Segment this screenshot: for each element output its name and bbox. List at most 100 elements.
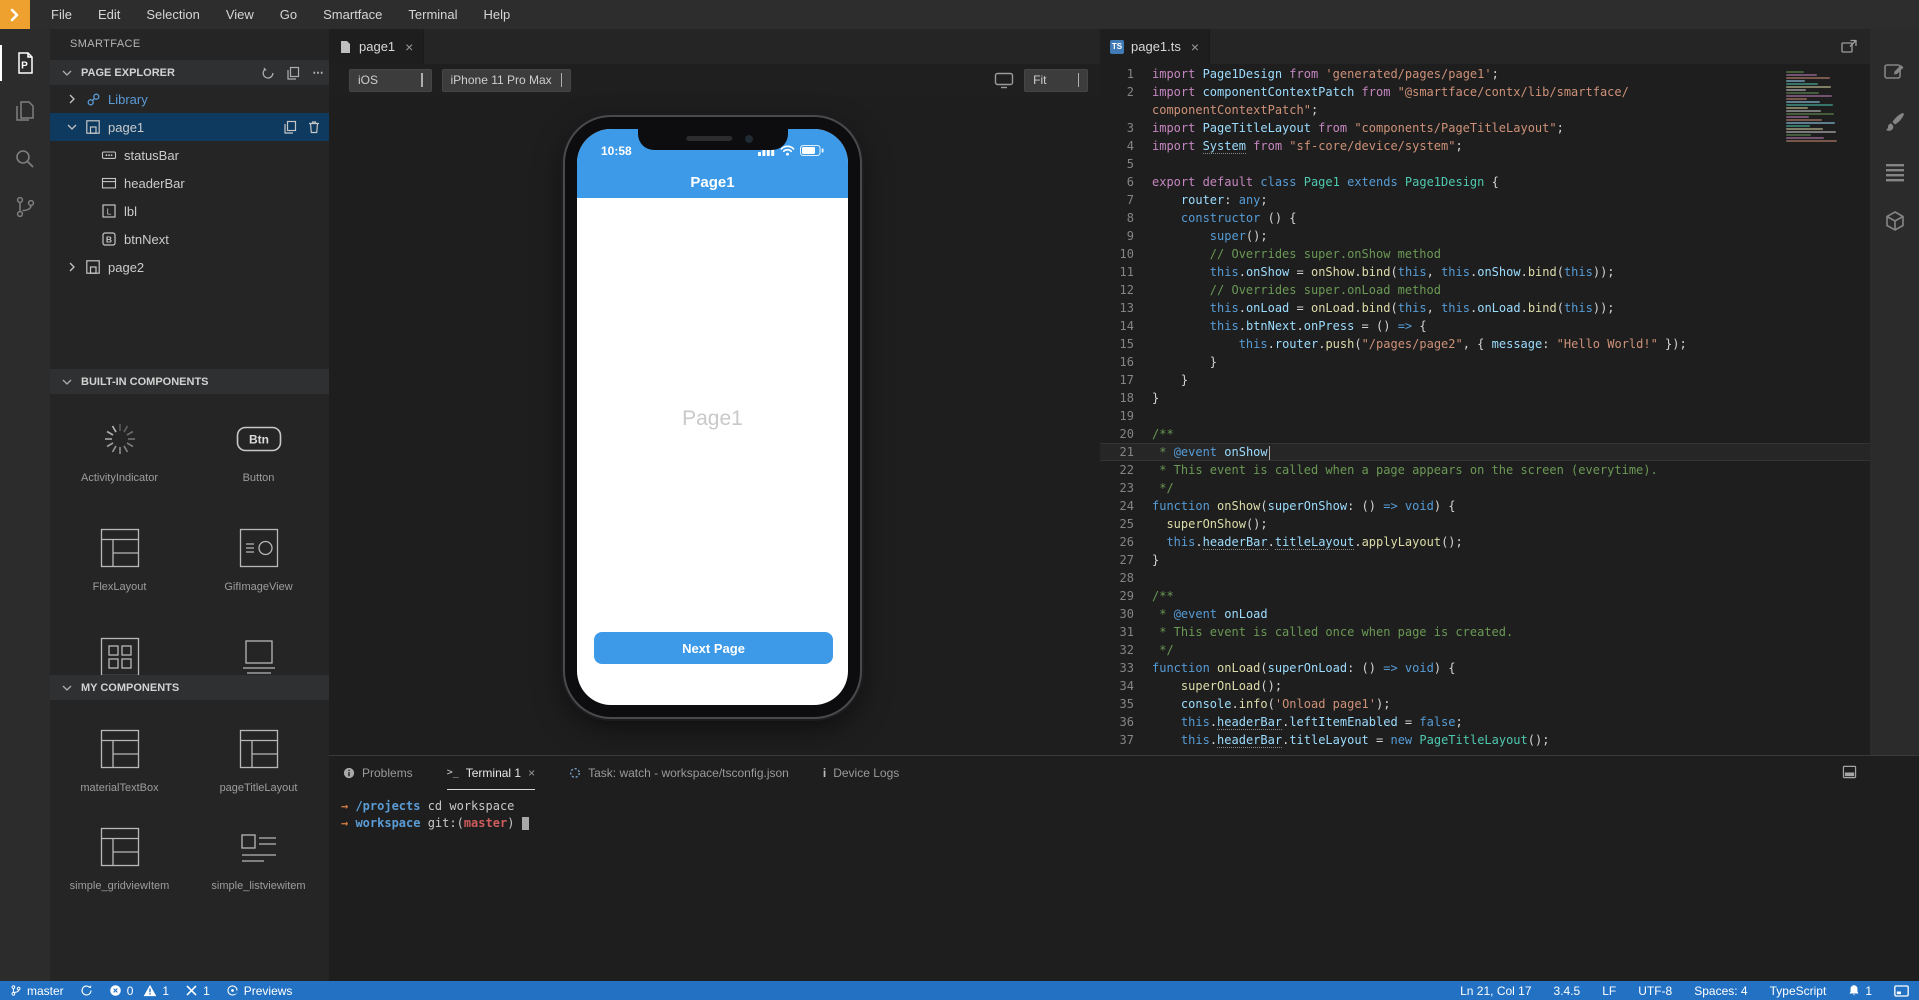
tab-task-watch[interactable]: Task: watch - workspace/tsconfig.json (569, 756, 789, 790)
tree-item-headerBar[interactable]: headerBar (50, 169, 329, 197)
problems-status[interactable]: 0 1 (109, 984, 169, 998)
duplicate-icon[interactable] (283, 120, 297, 134)
activity-page-explorer-icon[interactable]: P (0, 39, 50, 87)
tree-item-statusBar[interactable]: statusBar (50, 141, 329, 169)
sync-status[interactable] (80, 984, 93, 997)
code-line[interactable]: 4 import System from "sf-core/device/syst… (1100, 137, 1870, 155)
tasks-status[interactable]: 1 (185, 984, 210, 998)
tree-item-page2[interactable]: page2 (50, 253, 329, 281)
indentation-indicator[interactable]: Spaces: 4 (1694, 984, 1747, 998)
code-line[interactable]: 29/** (1100, 587, 1870, 605)
code-line[interactable]: 25 superOnShow(); (1100, 515, 1870, 533)
code-line[interactable]: 15 this.router.push("/pages/page2", { me… (1100, 335, 1870, 353)
code-line[interactable]: 32 */ (1100, 641, 1870, 659)
close-icon[interactable]: × (1191, 39, 1199, 55)
activity-theme-brush-icon[interactable] (1870, 97, 1919, 147)
language-indicator[interactable]: TypeScript (1770, 984, 1827, 998)
code-line[interactable]: 37 this.headerBar.titleLayout = new Page… (1100, 731, 1870, 749)
menu-selection[interactable]: Selection (133, 0, 212, 29)
component-GifImageView[interactable]: GifImageView (189, 525, 328, 634)
typescript-version[interactable]: 3.4.5 (1554, 984, 1581, 998)
device-frame-icon[interactable] (994, 72, 1014, 89)
code-line[interactable]: 30 * @event onLoad (1100, 605, 1870, 623)
tree-item-lbl[interactable]: L lbl (50, 197, 329, 225)
code-line[interactable]: 26 this.headerBar.titleLayout.applyLayou… (1100, 533, 1870, 551)
code-line[interactable]: 31 * This event is called once when page… (1100, 623, 1870, 641)
tab-terminal-1[interactable]: >_ Terminal 1 × (446, 756, 536, 790)
close-icon[interactable]: × (405, 39, 413, 55)
code-line[interactable]: 14 this.btnNext.onPress = () => { (1100, 317, 1870, 335)
code-line[interactable]: 19 (1100, 407, 1870, 425)
menu-terminal[interactable]: Terminal (395, 0, 470, 29)
component-materialTextBox[interactable]: materialTextBox (50, 726, 189, 824)
cursor-position[interactable]: Ln 21, Col 17 (1460, 984, 1531, 998)
code-line[interactable]: 21 * @event onShow (1100, 443, 1870, 461)
code-line[interactable]: 3 import PageTitleLayout from "components… (1100, 119, 1870, 137)
activity-source-control-icon[interactable] (0, 183, 50, 231)
zoom-select[interactable]: Fit (1024, 68, 1088, 92)
my-components-header[interactable]: MY COMPONENTS (50, 675, 329, 700)
code-line[interactable]: 11 this.onShow = onShow.bind(this, this.… (1100, 263, 1870, 281)
minimap[interactable] (1786, 71, 1846, 151)
code-line[interactable]: 18} (1100, 389, 1870, 407)
phone-screen[interactable]: 10:58 Page1 Page1 Next Page (577, 129, 848, 705)
menu-file[interactable]: File (38, 0, 85, 29)
tab-page1-designer[interactable]: page1 × (329, 29, 425, 64)
open-preview-icon[interactable] (1841, 39, 1858, 54)
activity-assets-cube-icon[interactable] (1870, 197, 1919, 247)
notifications-status[interactable]: 1 (1848, 984, 1872, 998)
activity-search-icon[interactable] (0, 135, 50, 183)
code-line[interactable]: 24 function onShow(superOnShow: () => voi… (1100, 497, 1870, 515)
screencast-status[interactable] (1894, 984, 1909, 997)
component-FlexLayout[interactable]: FlexLayout (50, 525, 189, 634)
component-Button[interactable]: Btn Button (189, 416, 328, 525)
component-image-view[interactable] (189, 634, 328, 675)
menu-go[interactable]: Go (267, 0, 310, 29)
panel-layout-icon[interactable] (1842, 765, 1857, 779)
menu-help[interactable]: Help (471, 0, 524, 29)
more-actions-icon[interactable]: ⋯ (307, 66, 329, 79)
code-line[interactable]: 36 this.headerBar.leftItemEnabled = fals… (1100, 713, 1870, 731)
device-select[interactable]: iPhone 11 Pro Max (441, 68, 572, 92)
component-grid-view[interactable] (50, 634, 189, 675)
code-line[interactable]: componentContextPatch"; (1100, 101, 1870, 119)
code-line[interactable]: 12 // Overrides super.onLoad method (1100, 281, 1870, 299)
code-line[interactable]: 7 router: any; (1100, 191, 1870, 209)
smartface-logo-icon[interactable] (0, 0, 30, 29)
code-line[interactable]: 23 */ (1100, 479, 1870, 497)
built-in-components-header[interactable]: BUILT-IN COMPONENTS (50, 369, 329, 394)
code-line[interactable]: 22 * This event is called when a page ap… (1100, 461, 1870, 479)
code-line[interactable]: 20/** (1100, 425, 1870, 443)
chevron-right-icon[interactable] (64, 259, 80, 275)
menu-view[interactable]: View (213, 0, 267, 29)
code-line[interactable]: 10 // Overrides super.onShow method (1100, 245, 1870, 263)
menu-edit[interactable]: Edit (85, 0, 133, 29)
previews-status[interactable]: Previews (226, 984, 292, 998)
page-explorer-header[interactable]: PAGE EXPLORER ⋯ (50, 60, 329, 85)
duplicate-icon[interactable] (282, 66, 304, 80)
component-pageTitleLayout[interactable]: pageTitleLayout (189, 726, 328, 824)
component-simple_listviewitem[interactable]: simple_listviewitem (189, 824, 328, 922)
tab-problems[interactable]: Problems (343, 756, 413, 790)
chevron-right-icon[interactable] (64, 91, 80, 107)
delete-icon[interactable] (307, 120, 321, 134)
refresh-icon[interactable] (257, 66, 279, 80)
tab-page1-ts[interactable]: TS page1.ts × (1100, 29, 1211, 64)
code-line[interactable]: 35 console.info('Onload page1'); (1100, 695, 1870, 713)
tree-item-btnNext[interactable]: B btnNext (50, 225, 329, 253)
code-line[interactable]: 33 function onLoad(superOnLoad: () => voi… (1100, 659, 1870, 677)
encoding-indicator[interactable]: UTF-8 (1638, 984, 1672, 998)
terminal-output[interactable]: → /projects cd workspace → workspace git:… (329, 790, 1919, 832)
code-line[interactable]: 34 superOnLoad(); (1100, 677, 1870, 695)
menu-smartface[interactable]: Smartface (310, 0, 395, 29)
code-area[interactable]: 1 import Page1Design from 'generated/page… (1100, 65, 1870, 749)
activity-design-editor-icon[interactable] (1870, 47, 1919, 97)
code-line[interactable]: 8 constructor () { (1100, 209, 1870, 227)
component-ActivityIndicator[interactable]: ActivityIndicator (50, 416, 189, 525)
code-line[interactable]: 5 (1100, 155, 1870, 173)
code-line[interactable]: 13 this.onLoad = onLoad.bind(this, this.… (1100, 299, 1870, 317)
activity-outline-list-icon[interactable] (1870, 147, 1919, 197)
code-line[interactable]: 16 } (1100, 353, 1870, 371)
code-line[interactable]: 1 import Page1Design from 'generated/page… (1100, 65, 1870, 83)
code-line[interactable]: 2 import componentContextPatch from "@sma… (1100, 83, 1870, 101)
